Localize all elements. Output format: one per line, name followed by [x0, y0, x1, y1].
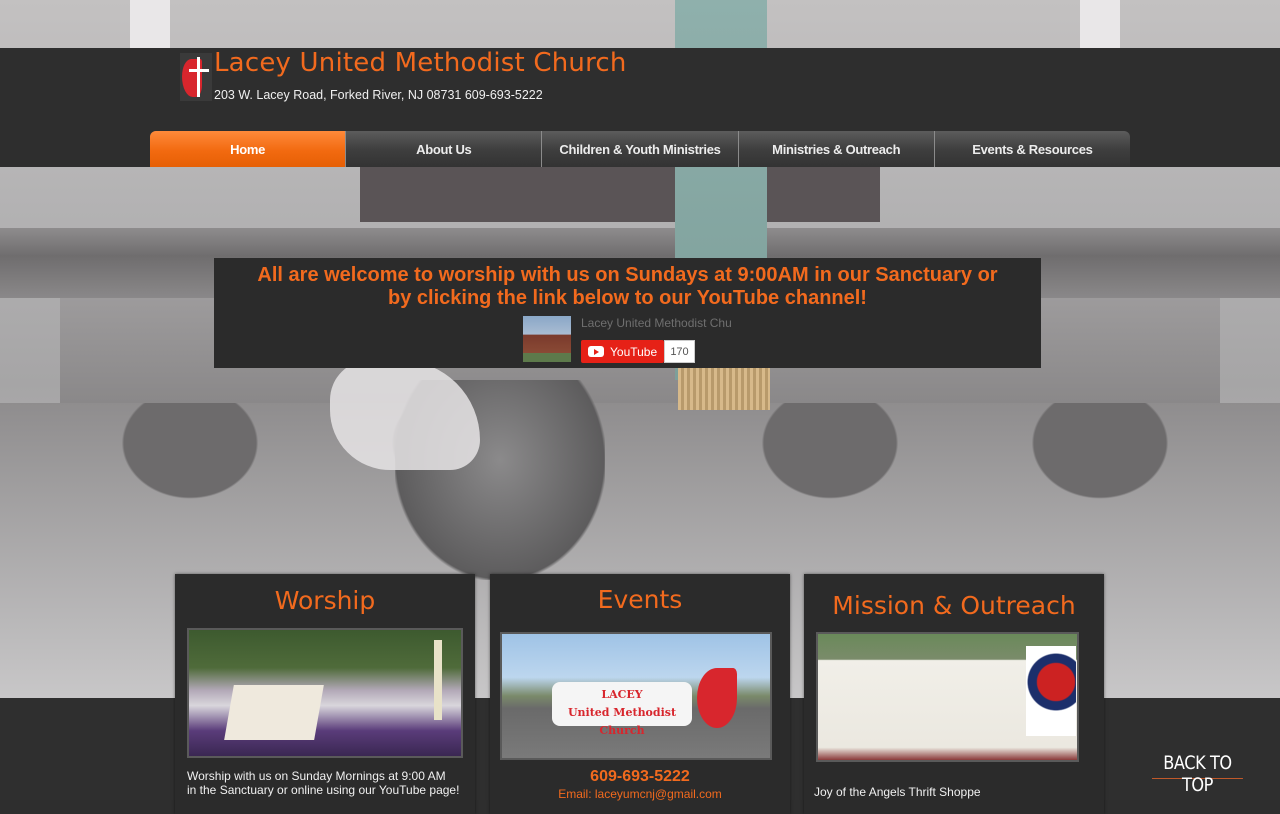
- candle-decoration: [130, 0, 170, 48]
- mission-image[interactable]: [816, 632, 1079, 762]
- history-sign: [824, 648, 1024, 744]
- mission-card: Mission & Outreach Joy of the Angels Thr…: [804, 574, 1104, 814]
- events-phone[interactable]: 609-693-5222: [490, 768, 790, 786]
- nav-item-ministries-outreach[interactable]: Ministries & Outreach: [737, 131, 934, 167]
- worship-text-line-2: in the Sanctuary or online using our You…: [187, 783, 460, 797]
- nav-item-events-resources[interactable]: Events & Resources: [933, 131, 1130, 167]
- methodist-flame-flag-icon: [697, 668, 737, 728]
- banner-text-umc: United Methodist Church: [567, 706, 677, 737]
- altar-cross-base: [360, 167, 880, 222]
- welcome-line-2: by clicking the link below to our YouTub…: [388, 287, 867, 309]
- nav-item-about-us[interactable]: About Us: [345, 131, 541, 167]
- youtube-subscribe-button[interactable]: YouTube: [581, 340, 664, 363]
- banner-text-lacey: LACEY: [601, 688, 643, 701]
- youtube-button-label: YouTube: [610, 344, 658, 359]
- events-email[interactable]: Email: laceyumcnj@gmail.com: [490, 787, 790, 801]
- worship-card-title: Worship: [274, 586, 376, 615]
- events-card: Events LACEY United Methodist Church 609…: [490, 574, 790, 814]
- welcome-banner: All are welcome to worship with us on Su…: [214, 258, 1041, 368]
- site-title[interactable]: Lacey United Methodist Church: [214, 48, 627, 78]
- youtube-channel-name[interactable]: Lacey United Methodist Chu: [581, 316, 731, 330]
- main-navigation: Home About Us Children & Youth Ministrie…: [150, 131, 1130, 167]
- church-banner: LACEY United Methodist Church: [552, 682, 692, 737]
- youtube-channel-avatar[interactable]: [523, 316, 571, 362]
- youtube-subscriber-count: 170: [664, 340, 695, 363]
- patriotic-bunting: [1026, 646, 1076, 736]
- worship-card-text: Worship with us on Sunday Mornings at 9:…: [187, 769, 472, 797]
- methodist-cross-logo-icon[interactable]: [180, 53, 212, 101]
- candle-decoration: [1080, 0, 1120, 48]
- nav-item-children-youth-ministries[interactable]: Children & Youth Ministries: [541, 131, 737, 167]
- events-card-title: Events: [597, 585, 683, 614]
- worship-text-line-1: Worship with us on Sunday Mornings at 9:…: [187, 769, 446, 783]
- worship-image[interactable]: [187, 628, 463, 758]
- site-address: 203 W. Lacey Road, Forked River, NJ 0873…: [214, 88, 543, 102]
- mission-card-text: Joy of the Angels Thrift Shoppe: [814, 785, 981, 799]
- worship-card: Worship Worship with us on Sunday Mornin…: [175, 574, 475, 814]
- back-to-top-button[interactable]: BACK TO TOP: [1152, 752, 1243, 796]
- events-image[interactable]: LACEY United Methodist Church: [500, 632, 772, 760]
- nav-item-home[interactable]: Home: [150, 131, 346, 167]
- welcome-message: All are welcome to worship with us on Su…: [214, 264, 1041, 310]
- mission-card-title: Mission & Outreach: [832, 591, 1076, 620]
- youtube-play-icon: [588, 346, 604, 357]
- welcome-line-1: All are welcome to worship with us on Su…: [257, 264, 998, 286]
